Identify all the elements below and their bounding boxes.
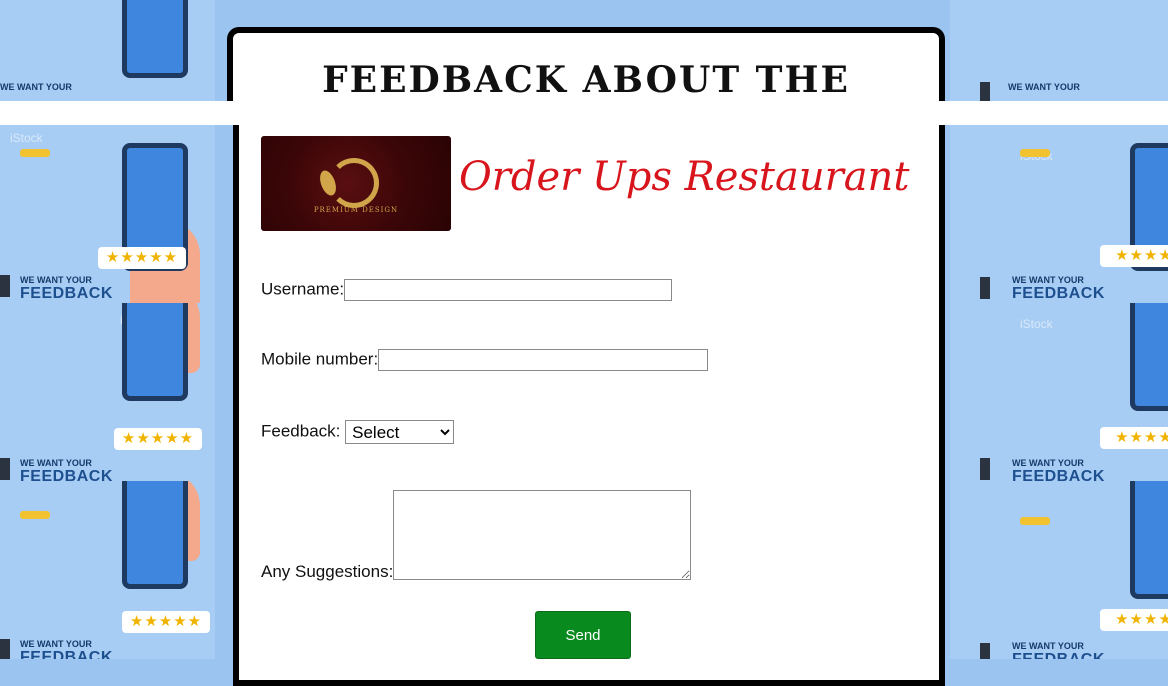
restaurant-logo: PREMIUM DESIGN	[261, 136, 451, 231]
phone-illustration	[122, 0, 188, 78]
tag-pill	[1020, 149, 1050, 157]
tag-pill	[1020, 517, 1050, 525]
tile-heading-big: FEEDBACK	[20, 468, 113, 481]
rating-stars: ★★★★	[1100, 245, 1168, 267]
background-tile: iStock ★★★★ WE WANT YOUR FEEDBACK	[950, 125, 1168, 303]
mobile-row: Mobile number:	[261, 349, 709, 371]
suggestions-textarea[interactable]	[393, 490, 692, 580]
background-tile: ★★★★ WE WANT YOUR FEEDBACK	[950, 481, 1168, 659]
background-tile: iStock ★★★★ WE WANT YOUR FEEDBACK	[950, 303, 1168, 481]
title-card: Feedback about the	[227, 27, 945, 107]
quote-icon	[0, 458, 10, 480]
phone-illustration	[122, 481, 188, 589]
tile-heading-small: WE WANT YOUR	[1008, 82, 1080, 92]
tile-heading-big: FEEDBACK	[1012, 468, 1105, 481]
tile-heading-small: WE WANT YOUR	[1012, 641, 1084, 651]
phone-illustration	[1130, 303, 1168, 411]
restaurant-name: Order Ups Restaurant	[459, 153, 910, 200]
feedback-select[interactable]: Select	[345, 420, 455, 444]
quote-icon	[0, 275, 10, 297]
username-row: Username:	[261, 279, 673, 301]
logo-caption: PREMIUM DESIGN	[313, 206, 399, 214]
username-input[interactable]	[344, 279, 673, 301]
phone-illustration	[1130, 481, 1168, 599]
tile-heading-big: FEEDBACK	[20, 649, 113, 659]
tile-heading-small: WE WANT YOUR	[0, 82, 72, 92]
quote-icon	[980, 277, 990, 299]
rating-stars: ★★★★	[1100, 427, 1168, 449]
background-tile: iStock ★★★★★ WE WANT YOUR FEEDBACK	[0, 303, 215, 481]
tile-heading-small: WE WANT YOUR	[20, 275, 92, 285]
feedback-row: Feedback: Select	[261, 420, 455, 444]
username-label: Username:	[261, 279, 345, 299]
tile-heading-big: FEEDBACK	[1012, 285, 1105, 302]
tag-pill	[20, 511, 50, 519]
quote-icon	[980, 643, 990, 659]
tile-heading-big: FEEDBACK	[20, 285, 113, 302]
feedback-label: Feedback:	[261, 421, 341, 441]
tile-heading-small: WE WANT YOUR	[20, 639, 92, 649]
rating-stars: ★★★★	[1100, 609, 1168, 631]
send-button[interactable]: Send	[535, 611, 631, 659]
quote-icon	[980, 458, 990, 480]
brand-header: PREMIUM DESIGN Order Ups Restaurant	[261, 136, 909, 231]
white-band	[0, 101, 1168, 125]
background-tile: ★★★★★ WE WANT YOUR	[0, 0, 215, 110]
tile-heading-small: WE WANT YOUR	[1012, 458, 1084, 468]
rating-stars: ★★★★★	[122, 611, 210, 633]
rating-stars: ★★★★★	[98, 247, 186, 269]
tile-heading-big: FEEDBACK	[1012, 651, 1105, 659]
tile-heading-small: WE WANT YOUR	[1012, 275, 1084, 285]
watermark: iStock	[10, 131, 43, 145]
background-tile: ★★★★ WE WANT YOUR	[950, 0, 1168, 110]
mobile-number-input[interactable]	[378, 349, 709, 371]
suggestions-label: Any Suggestions:	[261, 562, 394, 581]
mobile-label: Mobile number:	[261, 349, 379, 369]
quote-icon	[0, 639, 10, 659]
tag-pill	[20, 149, 50, 157]
feedback-form: PREMIUM DESIGN Order Ups Restaurant User…	[233, 125, 945, 686]
rating-stars: ★★★★★	[114, 428, 202, 450]
suggestions-row: Any Suggestions:	[261, 490, 692, 581]
background-tile: ★★★★★ WE WANT YOUR FEEDBACK	[0, 481, 215, 659]
ring-icon	[329, 158, 379, 208]
watermark: iStock	[1020, 317, 1053, 331]
tile-heading-small: WE WANT YOUR	[20, 458, 92, 468]
background-tile: iStock ★★★★★ WE WANT YOUR FEEDBACK	[0, 125, 215, 303]
page-title: Feedback about the	[322, 59, 850, 101]
phone-illustration	[122, 303, 188, 401]
